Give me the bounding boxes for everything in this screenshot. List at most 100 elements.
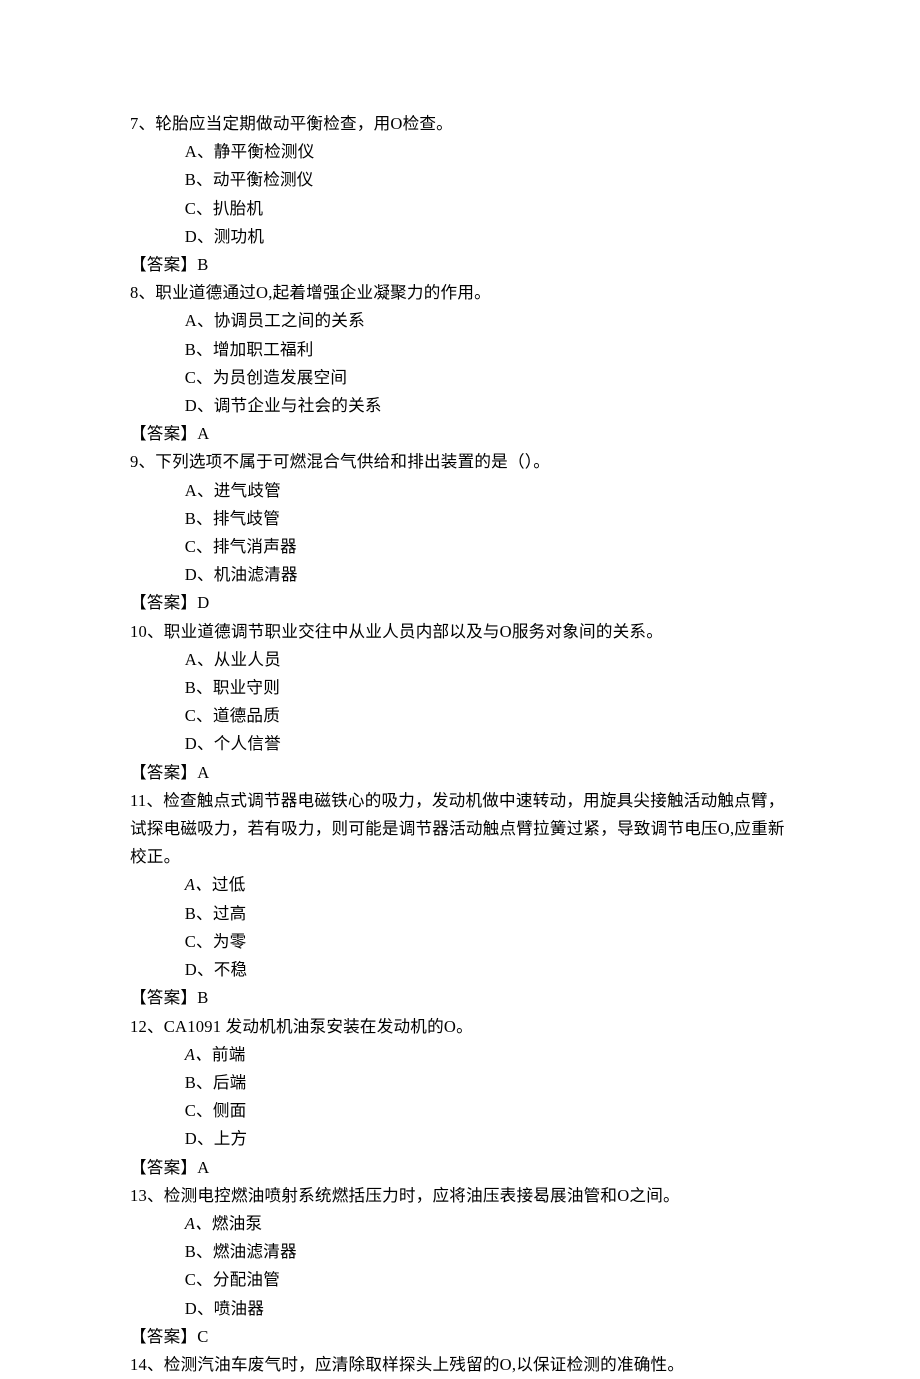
option-row: D、不稳 [130, 956, 790, 984]
answer-label: 【答案】 [130, 593, 197, 612]
option-text: 个人信誉 [214, 734, 281, 753]
question-text: 、检测电控燃油喷射系统燃括压力时，应将油压表接曷展油管和O之间。 [147, 1186, 680, 1205]
option-label: C、 [185, 368, 213, 387]
option-label: A、 [185, 481, 214, 500]
option-text: 后端 [213, 1073, 247, 1092]
answer-line: 【答案】A [130, 420, 790, 448]
option-label: B、 [185, 1242, 213, 1261]
option-text: 排气歧管 [213, 509, 280, 528]
option-row: D、喷油器 [130, 1295, 790, 1323]
question-number: 14 [130, 1355, 147, 1374]
option-text: 不稳 [214, 960, 248, 979]
question-text: 、轮胎应当定期做动平衡检查，用O检查。 [139, 114, 453, 133]
option-text: 测功机 [214, 227, 264, 246]
option-label: A、 [185, 311, 214, 330]
option-row: C、侧面 [130, 1097, 790, 1125]
option-label: D、 [185, 1129, 214, 1148]
option-label: C、 [185, 932, 213, 951]
question-text: 、检测汽油车废气时，应清除取样探头上残留的O,以保证检测的准确性。 [147, 1355, 684, 1374]
question-text: 、检查触点式调节器电磁铁心的吸力，发动机做中速转动，用旋具尖接触活动触点臂，试探… [130, 791, 785, 866]
option-row: A、过低 [130, 871, 790, 899]
option-text: 过高 [213, 904, 247, 923]
option-text: 从业人员 [214, 650, 281, 669]
option-row: C、扒胎机 [130, 195, 790, 223]
option-row: D、调节企业与社会的关系 [130, 392, 790, 420]
question-text: 、职业道德通过O,起着增强企业凝聚力的作用。 [139, 283, 491, 302]
question-number: 9 [130, 452, 139, 471]
question-number: 12 [130, 1017, 147, 1036]
question-number: 10 [130, 622, 147, 641]
option-row: D、机油滤清器 [130, 561, 790, 589]
option-row: B、燃油滤清器 [130, 1238, 790, 1266]
option-label: C、 [185, 537, 213, 556]
option-text: 为零 [213, 932, 247, 951]
option-row: B、过高 [130, 900, 790, 928]
option-text: 燃油滤清器 [213, 1242, 297, 1261]
option-row: B、增加职工福利 [130, 336, 790, 364]
option-text: 过低 [212, 875, 246, 894]
option-label: D、 [185, 227, 214, 246]
option-row: D、个人信誉 [130, 730, 790, 758]
question-stem: 14、检测汽油车废气时，应清除取样探头上残留的O,以保证检测的准确性。 [130, 1351, 790, 1379]
answer-label: 【答案】 [130, 988, 197, 1007]
answer-line: 【答案】A [130, 1154, 790, 1182]
option-label: D、 [185, 1299, 214, 1318]
option-label: C、 [185, 1270, 213, 1289]
answer-label: 【答案】 [130, 1327, 197, 1346]
question-text: 、CA1091 发动机机油泵安装在发动机的O。 [147, 1017, 473, 1036]
option-label: B、 [185, 170, 213, 189]
question-number: 11 [130, 791, 146, 810]
question-number: 7 [130, 114, 139, 133]
option-text: 为员创造发展空间 [213, 368, 347, 387]
option-row: A、进气歧管 [130, 477, 790, 505]
option-label: B、 [185, 678, 213, 697]
option-label: B、 [185, 1073, 213, 1092]
answer-value: A [197, 763, 209, 782]
answer-value: B [197, 988, 208, 1007]
option-label: A、 [185, 875, 212, 894]
answer-label: 【答案】 [130, 255, 197, 274]
option-row: C、道德品质 [130, 702, 790, 730]
option-row: A、静平衡检测仪 [130, 138, 790, 166]
option-text: 静平衡检测仪 [214, 142, 315, 161]
option-text: 前端 [212, 1045, 246, 1064]
option-label: D、 [185, 960, 214, 979]
option-text: 排气消声器 [213, 537, 297, 556]
option-label: A、 [185, 650, 214, 669]
option-text: 扒胎机 [213, 199, 263, 218]
option-row: C、排气消声器 [130, 533, 790, 561]
option-text: 燃油泵 [212, 1214, 262, 1233]
option-row: D、测功机 [130, 223, 790, 251]
option-text: 动平衡检测仪 [213, 170, 314, 189]
option-label: D、 [185, 565, 214, 584]
question-stem: 13、检测电控燃油喷射系统燃括压力时，应将油压表接曷展油管和O之间。 [130, 1182, 790, 1210]
option-text: 职业守则 [213, 678, 280, 697]
option-label: B、 [185, 340, 213, 359]
answer-label: 【答案】 [130, 1158, 197, 1177]
question-stem: 9、下列选项不属于可燃混合气供给和排出装置的是（）。 [130, 448, 790, 476]
question-text: 、职业道德调节职业交往中从业人员内部以及与O服务对象间的关系。 [147, 622, 663, 641]
answer-value: C [197, 1327, 208, 1346]
option-label: D、 [185, 734, 214, 753]
option-label: B、 [185, 509, 213, 528]
option-row: A、前端 [130, 1041, 790, 1069]
question-stem: 8、职业道德通过O,起着增强企业凝聚力的作用。 [130, 279, 790, 307]
answer-line: 【答案】B [130, 984, 790, 1012]
option-text: 进气歧管 [214, 481, 281, 500]
option-label: D、 [185, 396, 214, 415]
option-text: 增加职工福利 [213, 340, 314, 359]
option-row: C、为零 [130, 928, 790, 956]
answer-label: 【答案】 [130, 763, 197, 782]
option-text: 协调员工之间的关系 [214, 311, 365, 330]
option-label: C、 [185, 199, 213, 218]
option-row: B、动平衡检测仪 [130, 166, 790, 194]
option-label: A、 [185, 1045, 212, 1064]
option-text: 上方 [214, 1129, 248, 1148]
question-stem: 10、职业道德调节职业交往中从业人员内部以及与O服务对象间的关系。 [130, 618, 790, 646]
question-number: 13 [130, 1186, 147, 1205]
option-text: 道德品质 [213, 706, 280, 725]
option-row: B、排气歧管 [130, 505, 790, 533]
option-row: B、后端 [130, 1069, 790, 1097]
option-text: 机油滤清器 [214, 565, 298, 584]
question-stem: 7、轮胎应当定期做动平衡检查，用O检查。 [130, 110, 790, 138]
